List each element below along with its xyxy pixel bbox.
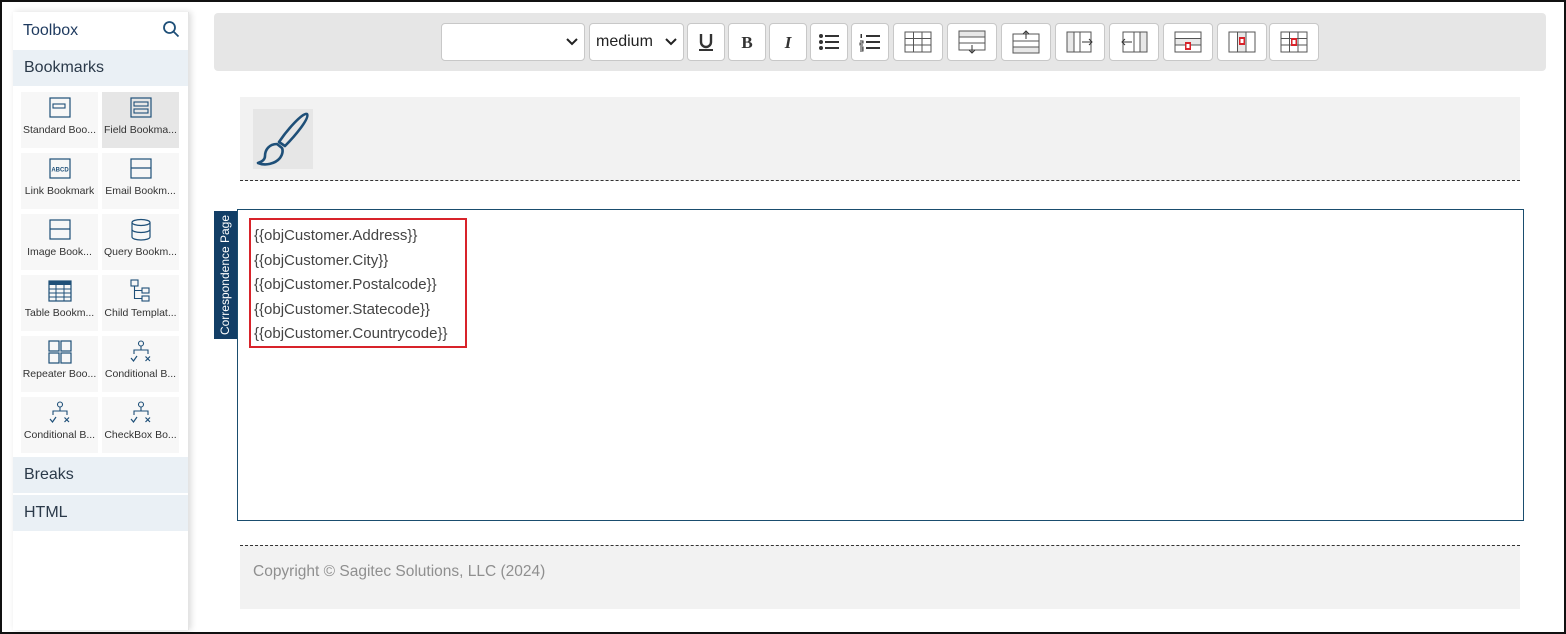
tool-label: Email Bookm...: [105, 185, 176, 197]
tool-query-bookmark[interactable]: Query Bookm...: [102, 214, 179, 270]
field-bookmark-icon: [129, 97, 152, 118]
insert-row-below-button[interactable]: [947, 23, 997, 61]
brush-icon[interactable]: [253, 109, 313, 169]
insert-column-right-icon: [1066, 31, 1093, 53]
bookmark-field-statecode[interactable]: {{objCustomer.Statecode}}: [254, 298, 462, 323]
tool-label: Conditional B...: [104, 368, 177, 380]
delete-column-icon: [1228, 31, 1256, 53]
page-content-editor[interactable]: {{objCustomer.Address}} {{objCustomer.Ci…: [237, 209, 1524, 521]
tool-table-bookmark[interactable]: Table Bookm...: [21, 275, 98, 331]
tool-link-bookmark[interactable]: ABCD Link Bookmark: [21, 153, 98, 209]
tool-child-template[interactable]: Child Templat...: [102, 275, 179, 331]
page-footer-area[interactable]: Copyright © Sagitec Solutions, LLC (2024…: [240, 545, 1520, 609]
svg-text:I: I: [784, 33, 793, 52]
insert-column-right-button[interactable]: [1055, 23, 1105, 61]
italic-icon: I: [784, 33, 793, 52]
delete-column-button[interactable]: [1217, 23, 1267, 61]
insert-table-button[interactable]: [893, 23, 943, 61]
bookmark-grid: Standard Boo... Field Bookma... ABCD Lin…: [13, 88, 188, 457]
tool-label: Table Bookm...: [24, 307, 95, 319]
image-bookmark-icon: [48, 219, 71, 240]
bold-icon: B: [741, 33, 752, 52]
bookmark-field-city[interactable]: {{objCustomer.City}}: [254, 249, 462, 274]
repeater-bookmark-icon: [47, 340, 72, 364]
tool-label: Field Bookma...: [104, 124, 177, 136]
child-template-icon: [129, 279, 150, 302]
editor-toolbar: medium B I: [214, 13, 1546, 71]
font-family-select[interactable]: [441, 23, 585, 61]
table-bookmark-icon: [47, 280, 72, 302]
bullet-list-button[interactable]: [810, 23, 848, 61]
section-html[interactable]: HTML: [13, 495, 188, 531]
copyright-text: Copyright © Sagitec Solutions, LLC (2024…: [253, 563, 546, 580]
tool-label: Link Bookmark: [24, 185, 95, 197]
insert-column-left-icon: [1121, 31, 1148, 53]
underline-button[interactable]: [687, 23, 725, 61]
tool-email-bookmark[interactable]: Email Bookm...: [102, 153, 179, 209]
chevron-down-icon: [566, 33, 578, 51]
tool-label: Query Bookm...: [104, 246, 177, 258]
tool-repeater-bookmark[interactable]: Repeater Boo...: [21, 336, 98, 392]
font-size-value: medium: [596, 33, 653, 50]
link-bookmark-icon: ABCD: [48, 158, 71, 179]
tool-label: Image Book...: [27, 246, 92, 258]
checkbox-bookmark-icon: [130, 401, 150, 423]
conditional-bookmark-icon: [130, 340, 150, 362]
query-bookmark-icon: [130, 218, 151, 241]
section-breaks[interactable]: Breaks: [13, 457, 188, 493]
tool-standard-bookmark[interactable]: Standard Boo...: [21, 92, 98, 148]
tool-field-bookmark[interactable]: Field Bookma...: [102, 92, 179, 148]
numbered-list-button[interactable]: [851, 23, 889, 61]
standard-bookmark-icon: [48, 97, 71, 118]
toolbox-panel: Toolbox Bookmarks Standard Boo... Field …: [13, 12, 189, 630]
section-bookmarks[interactable]: Bookmarks: [13, 50, 188, 86]
numbered-list-icon: [859, 34, 880, 52]
toolbox-title: Toolbox: [23, 22, 79, 39]
bookmark-field-postalcode[interactable]: {{objCustomer.Postalcode}}: [254, 273, 462, 298]
underline-icon: [699, 34, 713, 51]
toolbox-header: Toolbox: [13, 12, 188, 50]
tool-label: Standard Boo...: [23, 124, 96, 136]
bullet-list-icon: [819, 34, 839, 50]
delete-table-button[interactable]: [1269, 23, 1319, 61]
highlighted-bookmark-block: {{objCustomer.Address}} {{objCustomer.Ci…: [249, 218, 467, 348]
page-header-area[interactable]: [240, 97, 1520, 181]
bold-button[interactable]: B: [728, 23, 766, 61]
correspondence-page-tab[interactable]: Correspondence Page: [214, 211, 237, 339]
tool-label: Child Templat...: [104, 307, 177, 319]
tool-checkbox-bookmark[interactable]: CheckBox Bo...: [102, 397, 179, 453]
tool-label: Repeater Boo...: [22, 368, 97, 380]
email-bookmark-icon: [129, 158, 152, 179]
insert-row-above-button[interactable]: [1001, 23, 1051, 61]
tool-label: CheckBox Bo...: [104, 429, 177, 441]
tool-conditional-bookmark-2[interactable]: Conditional B...: [21, 397, 98, 453]
delete-row-button[interactable]: [1163, 23, 1213, 61]
svg-text:ABCD: ABCD: [51, 168, 69, 174]
delete-row-icon: [1174, 31, 1202, 53]
italic-button[interactable]: I: [769, 23, 807, 61]
tool-label: Conditional B...: [23, 429, 96, 441]
insert-column-left-button[interactable]: [1109, 23, 1159, 61]
font-size-select[interactable]: medium: [589, 23, 684, 61]
bookmark-field-countrycode[interactable]: {{objCustomer.Countrycode}}: [254, 322, 462, 347]
insert-row-below-icon: [958, 30, 986, 54]
tool-conditional-bookmark[interactable]: Conditional B...: [102, 336, 179, 392]
tool-image-bookmark[interactable]: Image Book...: [21, 214, 98, 270]
chevron-down-icon: [665, 33, 677, 51]
bookmark-field-address[interactable]: {{objCustomer.Address}}: [254, 224, 462, 249]
search-icon[interactable]: [162, 20, 180, 43]
svg-text:B: B: [741, 33, 752, 52]
delete-table-icon: [1280, 31, 1308, 53]
tab-label: Correspondence Page: [218, 214, 233, 336]
insert-row-above-icon: [1012, 30, 1040, 54]
insert-table-icon: [904, 31, 932, 53]
conditional-bookmark-icon: [49, 401, 69, 423]
